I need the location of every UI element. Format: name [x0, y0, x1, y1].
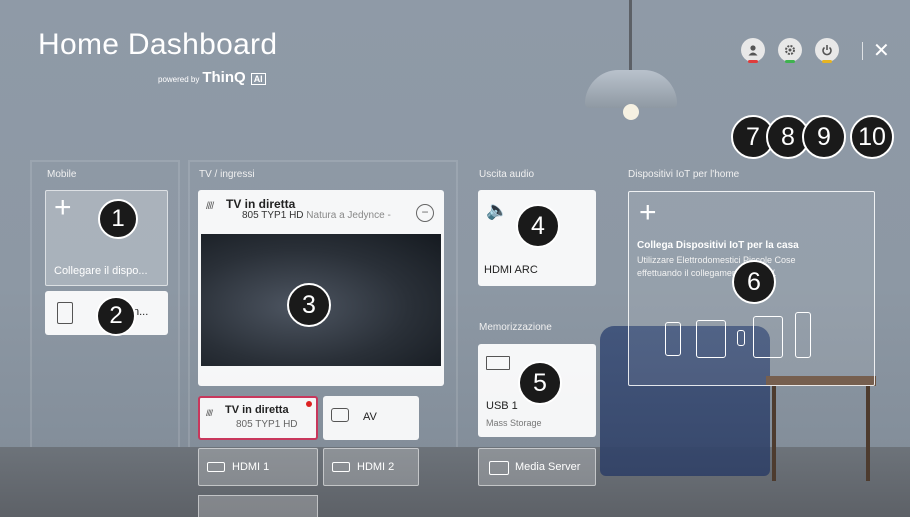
washer-icon [696, 320, 726, 358]
speaker-device-icon [57, 302, 73, 324]
lamp-cord [629, 0, 632, 75]
speaker-icon: 🔈 [486, 200, 509, 220]
channel-number: 805 TYP1 HD [242, 210, 304, 221]
input-hdmi-1-label: HDMI 1 [232, 461, 270, 473]
settings-status-dot [785, 60, 795, 63]
iot-title: Collega Dispositivi IoT per la casa [637, 240, 799, 251]
input-live-tv[interactable]: //// TV in diretta 805 TYP1 HD [198, 396, 318, 440]
user-button[interactable] [741, 38, 765, 63]
input-hdmi-2-label: HDMI 2 [357, 461, 395, 473]
audio-output-label: HDMI ARC [484, 264, 538, 276]
ai-badge: AI [250, 73, 266, 85]
antenna-icon: //// [206, 201, 214, 212]
section-iot: Dispositivi IoT per l'home [628, 169, 740, 180]
input-av[interactable]: AV [323, 396, 419, 440]
hdmi-icon [332, 462, 350, 472]
iot-description: Utilizzare Elettrodomestici Piccole Cose… [637, 255, 796, 278]
callout-5: 5 [518, 361, 562, 405]
page-title: Home Dashboard [38, 28, 278, 61]
settings-icon [785, 45, 795, 55]
phone-icon [737, 330, 745, 346]
callout-4: 4 [516, 204, 560, 248]
side-table-leg [772, 386, 776, 481]
usb-type: Mass Storage [486, 418, 542, 428]
powered-by-label: powered by [158, 75, 200, 84]
speaker-tower-icon [795, 312, 811, 358]
media-server-label: Media Server [515, 461, 581, 473]
active-indicator [306, 401, 312, 407]
callout-9: 9 [802, 115, 846, 159]
side-table-leg [866, 386, 870, 481]
pendant-lamp [585, 70, 677, 108]
channel-name: TV in diretta [226, 197, 296, 211]
user-icon [748, 45, 758, 56]
lamp-bulb [623, 104, 639, 120]
section-audio-out: Uscita audio [479, 169, 535, 180]
settings-button[interactable] [778, 38, 802, 63]
input-hdmi-2[interactable]: HDMI 2 [323, 448, 419, 486]
power-status-dot [822, 60, 832, 63]
input-hdmi-1[interactable]: HDMI 1 [198, 448, 318, 486]
hdmi-icon [207, 462, 225, 472]
channel-info: 805 TYP1 HD Natura a Jedynce - [242, 210, 391, 221]
callout-1: 1 [98, 199, 138, 239]
connect-mobile-label: Collegare il dispo... [54, 265, 148, 277]
usb-name: USB 1 [486, 400, 518, 412]
remove-icon[interactable]: − [416, 204, 434, 222]
power-icon [822, 45, 832, 56]
fridge-icon [753, 316, 783, 358]
av-icon [331, 408, 349, 422]
user-status-dot [748, 60, 758, 63]
plus-icon: + [54, 191, 72, 224]
section-mobile: Mobile [47, 169, 77, 180]
section-tv-inputs: TV / ingressi [199, 169, 255, 180]
power-button[interactable] [815, 38, 839, 63]
input-live-tv-number: 805 TYP1 HD [236, 419, 298, 430]
media-server-icon [489, 461, 509, 475]
input-live-tv-name: TV in diretta [225, 404, 289, 416]
plus-icon: + [639, 196, 657, 229]
header-divider [862, 42, 863, 60]
powered-by: powered by ThinQ AI [158, 69, 266, 86]
media-server-card[interactable]: Media Server [478, 448, 596, 486]
callout-3: 3 [287, 283, 331, 327]
usb-icon [486, 356, 510, 370]
close-icon[interactable]: ✕ [873, 38, 890, 63]
callout-10: 10 [850, 115, 894, 159]
antenna-icon: //// [206, 408, 213, 418]
thinq-logo: ThinQ [202, 69, 246, 86]
callout-6: 6 [732, 260, 776, 304]
input-hdmi-3[interactable] [198, 495, 318, 517]
input-av-label: AV [363, 411, 377, 423]
purifier-icon [665, 322, 681, 356]
program-title: Natura a Jedynce - [306, 210, 391, 221]
callout-2: 2 [96, 296, 136, 336]
section-storage: Memorizzazione [479, 322, 552, 333]
